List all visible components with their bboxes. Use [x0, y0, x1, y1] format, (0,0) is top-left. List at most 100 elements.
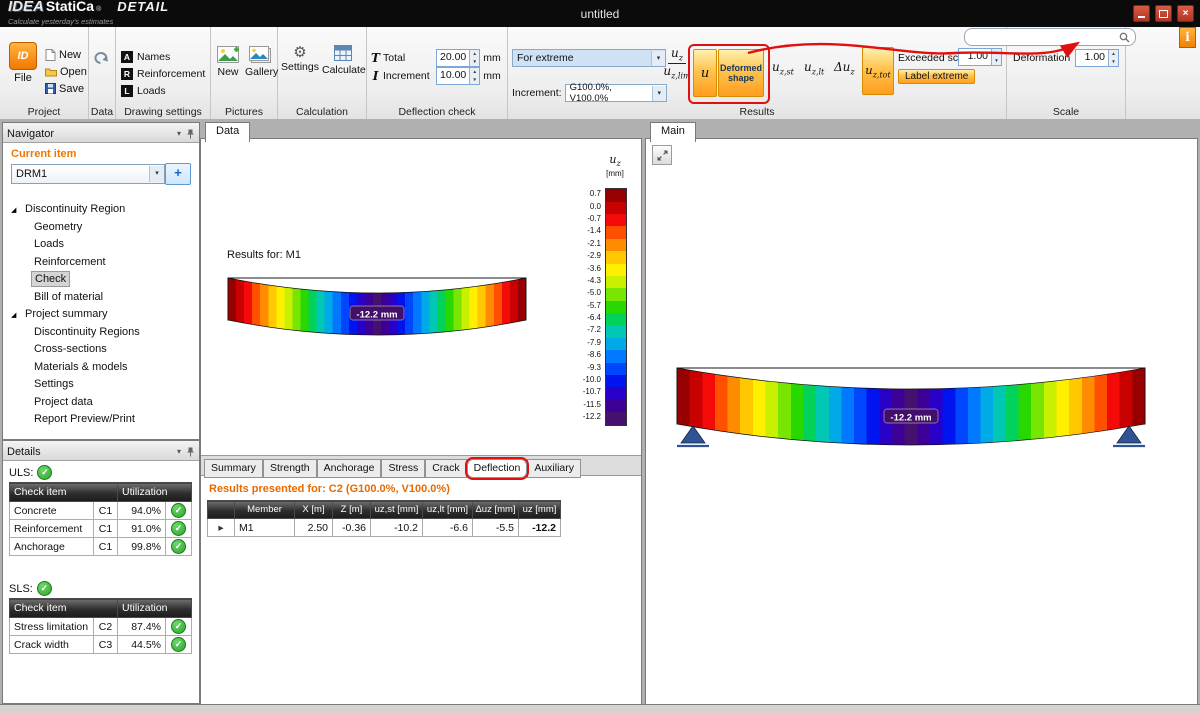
tree-item-discontinuity-region[interactable]: ◢Discontinuity Region — [5, 201, 197, 219]
results-column-header[interactable]: X [m] — [295, 501, 333, 519]
main-panel-tab[interactable]: Main — [650, 122, 696, 142]
result-tab-summary[interactable]: Summary — [204, 459, 263, 478]
calculate-button[interactable]: Calculate — [322, 45, 364, 76]
spin-up-icon[interactable]: ▲ — [470, 68, 479, 76]
names-toggle[interactable]: A Names — [121, 48, 205, 65]
expander-icon[interactable]: ◢ — [11, 307, 22, 324]
delta-uz-button[interactable]: Δuz — [832, 57, 857, 79]
tree-item-geometry[interactable]: Geometry — [5, 219, 197, 237]
results-table: MemberX [m]Z [m]uz,st [mm]uz,lt [mm]Δuz … — [207, 500, 561, 537]
spin-down-icon[interactable]: ▼ — [470, 58, 479, 66]
results-column-header[interactable]: Z [m] — [333, 501, 371, 519]
search-input[interactable] — [970, 31, 1119, 44]
spin-down-icon[interactable]: ▼ — [992, 57, 1001, 65]
results-column-header[interactable]: uz,lt [mm] — [423, 501, 473, 519]
chevron-down-icon[interactable]: ▾ — [652, 86, 666, 101]
result-tab-stress[interactable]: Stress — [381, 459, 425, 478]
results-header-row: MemberX [m]Z [m]uz,st [mm]uz,lt [mm]Δuz … — [208, 501, 561, 519]
tree-item-loads[interactable]: Loads — [5, 236, 197, 254]
legend-tick: -4.3 — [583, 275, 605, 287]
deformation-scale-input[interactable]: 1.00▲▼ — [1075, 49, 1119, 67]
collapse-icon[interactable]: ▾ — [177, 129, 181, 138]
u-result-button[interactable]: u — [693, 49, 717, 97]
tree-item-discontinuity-regions[interactable]: Discontinuity Regions — [5, 324, 197, 342]
pin-icon[interactable] — [186, 447, 195, 457]
tree-item-materials-models[interactable]: Materials & models — [5, 359, 197, 377]
tree-item-project-data[interactable]: Project data — [5, 394, 197, 412]
results-rows: ▸M12.50-0.36-10.2-6.6-5.5-12.2 — [208, 519, 561, 537]
tree-item-reinforcement[interactable]: Reinforcement — [5, 254, 197, 272]
undo-button[interactable] — [93, 51, 111, 67]
data-beam: -12.2 mm — [225, 277, 529, 344]
result-tab-auxiliary[interactable]: Auxiliary — [527, 459, 581, 478]
check-row[interactable]: Crack widthC344.5%✓ — [10, 636, 192, 654]
tree-item-cross-sections[interactable]: Cross-sections — [5, 341, 197, 359]
data-panel-tab[interactable]: Data — [205, 122, 250, 142]
spin-up-icon[interactable]: ▲ — [992, 49, 1001, 57]
results-column-header[interactable]: Member — [235, 501, 295, 519]
check-status-cell: ✓ — [166, 538, 192, 556]
results-column-header[interactable]: uz,st [mm] — [371, 501, 423, 519]
increment-select[interactable]: G100.0%, V100.0%▾ — [565, 84, 667, 102]
pass-icon: ✓ — [171, 539, 186, 554]
pin-icon[interactable] — [186, 129, 195, 139]
label-extreme-button[interactable]: Label extreme — [898, 69, 975, 84]
check-row[interactable]: Stress limitationC287.4%✓ — [10, 618, 192, 636]
increment-input[interactable]: 10.00▲▼ — [436, 67, 480, 85]
open-button[interactable]: Open — [45, 63, 87, 80]
results-row[interactable]: ▸M12.50-0.36-10.2-6.6-5.5-12.2 — [208, 519, 561, 537]
maximize-button[interactable] — [1155, 5, 1172, 22]
tree-item-report-preview-print[interactable]: Report Preview/Print — [5, 411, 197, 429]
result-tab-strength[interactable]: Strength — [263, 459, 317, 478]
reinforcement-toggle[interactable]: R Reinforcement — [121, 65, 205, 82]
uzst-button[interactable]: uz,st — [770, 57, 796, 79]
search-box[interactable] — [964, 28, 1136, 46]
uzlt-button[interactable]: uz,lt — [802, 57, 826, 79]
check-row[interactable]: ConcreteC194.0%✓ — [10, 502, 192, 520]
current-item-label: Current item — [11, 148, 76, 160]
settings-button[interactable]: ⚙ Settings — [279, 45, 321, 73]
row-pointer-icon[interactable]: ▸ — [208, 519, 235, 537]
result-tab-anchorage[interactable]: Anchorage — [317, 459, 382, 478]
check-row[interactable]: AnchorageC199.8%✓ — [10, 538, 192, 556]
navigator-header: Navigator ▾ — [3, 123, 199, 143]
uztot-button[interactable]: uz,tot — [862, 47, 894, 95]
save-button[interactable]: Save — [45, 80, 87, 97]
info-button[interactable]: i — [1179, 27, 1196, 48]
current-item-select[interactable]: DRM1▾ — [11, 164, 165, 184]
result-tab-deflection[interactable]: Deflection — [467, 459, 528, 478]
gallery-button[interactable]: Gallery — [245, 46, 275, 78]
tree-item-settings[interactable]: Settings — [5, 376, 197, 394]
picture-new-button[interactable]: New — [213, 46, 243, 78]
deformed-shape-button[interactable]: Deformed shape — [718, 49, 764, 97]
spin-up-icon[interactable]: ▲ — [1109, 50, 1118, 58]
extreme-select[interactable]: For extreme▾ — [512, 49, 666, 67]
tree-item-label: Materials & models — [31, 360, 131, 374]
exceeded-scale-input[interactable]: 1.00▲▼ — [958, 48, 1002, 66]
total-input[interactable]: 20.00▲▼ — [436, 49, 480, 67]
chevron-down-icon[interactable]: ▾ — [149, 166, 164, 182]
loads-toggle[interactable]: L Loads — [121, 82, 205, 99]
new-button[interactable]: New — [45, 46, 87, 63]
fit-view-button[interactable] — [652, 145, 672, 165]
check-row[interactable]: ReinforcementC191.0%✓ — [10, 520, 192, 538]
minimize-button[interactable] — [1133, 5, 1150, 22]
results-column-header[interactable]: uz [mm] — [519, 501, 561, 519]
spin-down-icon[interactable]: ▼ — [470, 76, 479, 84]
collapse-icon[interactable]: ▾ — [177, 447, 181, 456]
expander-icon[interactable]: ◢ — [11, 202, 22, 219]
tree-item-bill-of-material[interactable]: Bill of material — [5, 289, 197, 307]
ribbon-group-data: Data — [89, 27, 116, 119]
file-button[interactable]: ID File — [3, 42, 43, 84]
results-column-header[interactable]: Δuz [mm] — [473, 501, 519, 519]
tree-item-project-summary[interactable]: ◢Project summary — [5, 306, 197, 324]
tree-item-check[interactable]: Check — [5, 271, 197, 289]
spin-down-icon[interactable]: ▼ — [1109, 58, 1118, 66]
ribbon-group-calculation: ⚙ Settings Calculate Calculation — [278, 27, 367, 119]
legend-tick: -5.0 — [583, 287, 605, 299]
legend-color-cell — [606, 288, 626, 300]
result-tab-crack[interactable]: Crack — [425, 459, 466, 478]
spin-up-icon[interactable]: ▲ — [470, 50, 479, 58]
add-item-button[interactable]: + — [165, 163, 191, 185]
close-button[interactable]: × — [1177, 5, 1194, 22]
